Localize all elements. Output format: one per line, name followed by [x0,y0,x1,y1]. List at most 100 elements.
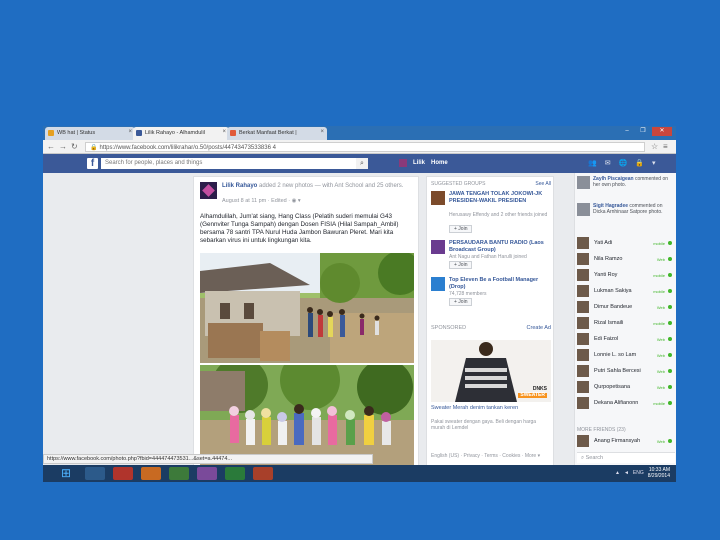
right-column: SUGGESTED GROUPS See All JAWA TENGAH TOL… [426,176,554,466]
contact-status: Web [656,257,665,262]
maximize-button[interactable]: ❐ [636,127,650,136]
chat-contact[interactable]: Yati Adi mobile [577,237,675,250]
address-bar[interactable]: 🔒 https://www.facebook.com/lilikrahar/o.5… [85,142,645,152]
chat-contact[interactable]: Rizal Ismaili mobile [577,317,675,330]
online-dot-icon [668,257,672,261]
post-card: Lilik Rahayo added 2 new photos — with A… [193,176,419,482]
group-name[interactable]: JAWA TENGAH TOLAK JOKOWI-JK PRESIDEN-WAK… [449,191,551,204]
avatar [577,203,590,216]
search-input[interactable]: Search for people, places and things [101,158,356,169]
messages-icon[interactable]: ✉ [605,159,611,167]
group-name[interactable]: PERSAUDARA BANTU RADIO (Laos Broadcast G… [449,240,551,253]
chrome-icon[interactable] [169,467,189,480]
post-photo-2[interactable] [200,365,414,465]
contact-status: mobile [653,321,665,326]
link-preview-status: https://www.facebook.com/photo.php?fbid=… [43,454,373,464]
online-dot-icon [668,289,672,293]
browser-tab[interactable]: WB hat | Status × [45,127,135,140]
clock[interactable]: 10:33 AM 8/29/2014 [648,467,670,479]
group-name[interactable]: Top Eleven Be a Football Manager (Drop) [449,277,551,290]
chat-contact[interactable]: Dimur Bandeue Web [577,301,675,314]
join-button[interactable]: + Join [449,225,473,233]
post-author[interactable]: Lilik Rahayo [222,183,257,189]
url-text: https://www.facebook.com/lilikrahar/o.50… [99,145,276,151]
contact-name: Yati Adi [594,240,613,246]
back-arrow-icon[interactable]: ← [47,142,55,151]
settings-icon[interactable]: ▾ [652,159,656,167]
forward-arrow-icon[interactable]: → [59,142,67,151]
menu-icon[interactable]: ≡ [663,142,668,151]
excel-icon[interactable] [225,467,245,480]
ad-image[interactable]: DNKS SWEATER [431,340,551,402]
tab-label: Lilik Rahayo - Alhamdulil [145,130,205,136]
contact-status: Web [656,439,665,444]
chat-contact[interactable]: Nila Ramzo Web [577,253,675,266]
reload-icon[interactable]: ↻ [71,142,78,151]
post-photo-1[interactable] [200,253,414,363]
tab-close-icon[interactable]: × [222,129,226,135]
footer-links[interactable]: English (US) · Privacy · Terms · Cookies… [431,453,551,459]
post-meta: August 8 at 11 pm · Edited · ◉ ▾ [222,198,301,204]
start-button[interactable] [57,466,77,480]
contact-status: mobile [653,401,665,406]
chat-contact[interactable]: Lonnie L. so Lam Web [577,349,675,362]
home-link[interactable]: Home [431,160,448,166]
chat-contact[interactable]: Putri Sahla Bercesi Web [577,365,675,378]
tab-close-icon[interactable]: × [128,129,132,135]
avatar [577,333,589,345]
group-thumbnail[interactable] [431,191,445,205]
section-title: SUGGESTED GROUPS [431,181,486,187]
contact-status: Web [656,369,665,374]
chat-contact[interactable]: Dekana Alifianonn mobile [577,397,675,410]
volume-icon[interactable]: ◄ [624,470,629,476]
tab-favicon-icon [48,130,54,136]
media-icon[interactable] [197,467,217,480]
tab-strip: WB hat | Status × Lilik Rahayo - Alhamdu… [43,126,676,140]
facebook-logo[interactable]: f [87,158,98,169]
join-button[interactable]: + Join [449,261,473,269]
privacy-icon[interactable]: 🔒 [635,159,644,167]
see-all-link[interactable]: See All [535,181,551,187]
chat-contact[interactable]: Anang Firmansyah Web [577,435,675,448]
group-thumbnail[interactable] [431,277,445,291]
browser-tab[interactable]: Berkat Manfaat Berkat | × [227,127,327,140]
chat-contact[interactable]: Yanti Roy mobile [577,269,675,282]
contact-name: Qurpopetisana [594,384,631,390]
file-explorer-icon[interactable] [85,467,105,480]
star-icon[interactable]: ☆ [651,142,658,151]
join-button[interactable]: + Join [449,298,473,306]
opera-icon[interactable] [113,467,133,480]
network-icon[interactable]: ▲ [615,470,620,476]
browser-tab-active[interactable]: Lilik Rahayo - Alhamdulil × [133,127,229,140]
contact-status: Web [656,305,665,310]
avatar [577,435,589,447]
avatar [577,349,589,361]
contact-name: Putri Sahla Bercesi [594,368,641,374]
contact-status: Web [656,337,665,342]
firefox-icon[interactable] [141,467,161,480]
chat-contact[interactable]: Lukman Sakiya mobile [577,285,675,298]
avatar [399,159,407,167]
contact-name: Lonnie L. so Lam [594,352,637,358]
ad-title[interactable]: Sweater Merah denim tankan keren [431,405,551,412]
powerpoint-icon[interactable] [253,467,273,480]
online-dot-icon [668,241,672,245]
language-indicator[interactable]: ENG [633,470,644,476]
search-icon[interactable]: ⌕ [356,158,368,169]
friend-requests-icon[interactable]: 👥 [588,159,597,167]
profile-link[interactable]: Lilik Home [399,159,448,167]
tab-close-icon[interactable]: × [320,129,324,135]
avatar [577,237,589,249]
close-window-button[interactable]: ✕ [652,127,672,136]
online-dot-icon [668,385,672,389]
minimize-button[interactable]: – [620,127,634,136]
group-info: 74,728 members [449,291,487,297]
chat-contact[interactable]: Qurpopetisana Web [577,381,675,394]
create-ad-link[interactable]: Create Ad [527,325,551,331]
avatar [577,365,589,377]
chat-contact[interactable]: Edi Faizol Web [577,333,675,346]
post-avatar[interactable] [200,182,217,199]
group-thumbnail[interactable] [431,240,445,254]
notifications-icon[interactable]: 🌐 [619,159,628,167]
chat-search-input[interactable]: ⌕ Search [577,452,675,463]
